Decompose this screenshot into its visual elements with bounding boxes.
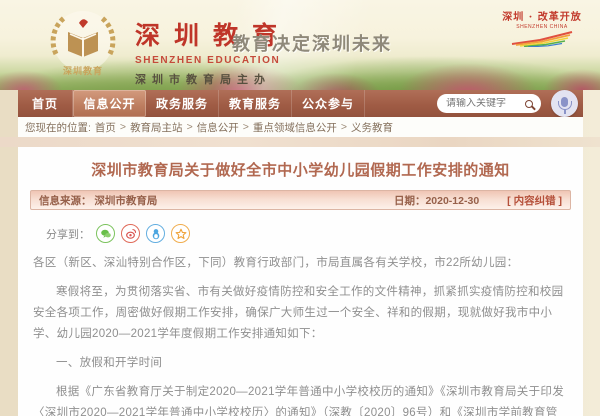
breadcrumb-separator: >	[120, 121, 126, 133]
article-body: 各区（新区、深汕特别合作区，下同）教育行政部门，市局直属各有关学校，市22所幼儿…	[33, 253, 568, 416]
breadcrumb-prefix: 您现在的位置:	[25, 120, 91, 135]
breadcrumb-item-info-disclosure[interactable]: 信息公开	[197, 120, 239, 135]
nav-item-public-participation[interactable]: 公众参与	[292, 90, 365, 117]
nav-item-info-disclosure[interactable]: 信息公开	[73, 90, 146, 117]
microphone-icon	[561, 97, 568, 107]
share-wechat-icon[interactable]	[96, 224, 115, 243]
city-logo-text: 深圳 · 改革开放	[502, 8, 582, 23]
breadcrumb-item-home[interactable]: 首页	[95, 120, 116, 135]
star-icon	[175, 228, 187, 240]
qq-penguin-icon	[150, 228, 162, 240]
date-value: 2020-12-30	[425, 195, 479, 207]
article-date: 日期：2020-12-30	[394, 193, 479, 208]
nav-item-gov-services[interactable]: 政务服务	[146, 90, 219, 117]
breadcrumb: 您现在的位置: 首页 > 教育局主站 > 信息公开 > 重点领域信息公开 > 义…	[18, 117, 583, 137]
banner-strip	[0, 137, 600, 147]
share-row: 分享到：	[46, 224, 583, 243]
paragraph-schedule: 根据《广东省教育厅关于制定2020—2021学年普通中小学校校历的通知》《深圳市…	[33, 382, 568, 416]
breadcrumb-separator: >	[187, 121, 193, 133]
article-source: 信息来源： 深圳市教育局	[39, 193, 157, 208]
nav-item-edu-services[interactable]: 教育服务	[219, 90, 292, 117]
paragraph-recipients: 各区（新区、深汕特别合作区，下同）教育行政部门，市局直属各有关学校，市22所幼儿…	[33, 253, 568, 274]
article-title: 深圳市教育局关于做好全市中小学幼儿园假期工作安排的通知	[18, 159, 583, 180]
share-qzone-icon[interactable]	[171, 224, 190, 243]
share-label: 分享到：	[46, 226, 90, 242]
search-icon[interactable]	[525, 100, 533, 108]
article-meta-right: 日期：2020-12-30 [ 内容纠错 ]	[394, 193, 562, 208]
article-meta-bar: 信息来源： 深圳市教育局 日期：2020-12-30 [ 内容纠错 ]	[30, 190, 571, 210]
share-qq-icon[interactable]	[146, 224, 165, 243]
breadcrumb-item-key-areas[interactable]: 重点领域信息公开	[253, 120, 337, 135]
breadcrumb-item-compulsory-edu[interactable]: 义务教育	[351, 120, 393, 135]
search-input[interactable]	[446, 98, 525, 109]
breadcrumb-separator: >	[243, 121, 249, 133]
search-box	[437, 94, 541, 113]
weibo-eye-icon	[125, 228, 137, 240]
emblem-icon: 深圳教育	[44, 6, 122, 84]
share-weibo-icon[interactable]	[121, 224, 140, 243]
paragraph-section-heading: 一、放假和开学时间	[33, 353, 568, 374]
city-logo-subtext: SHENZHEN CHINA	[502, 24, 582, 30]
main-nav: 首页 信息公开 政务服务 教育服务 公众参与	[18, 90, 583, 117]
site-slogan: 教育决定深圳未来	[232, 30, 392, 56]
emblem-label: 深圳教育	[63, 65, 103, 76]
site-organizer: 深圳市教育局主办	[135, 71, 291, 87]
site-name-en: SHENZHEN EDUCATION	[135, 55, 291, 66]
date-label: 日期：	[394, 195, 426, 207]
breadcrumb-item-bureau-main[interactable]: 教育局主站	[130, 120, 183, 135]
nav-item-home[interactable]: 首页	[18, 90, 73, 117]
source-label: 信息来源：	[39, 195, 92, 207]
education-emblem-logo[interactable]: 深圳教育	[44, 6, 122, 84]
voice-search-button[interactable]	[551, 90, 578, 117]
breadcrumb-separator: >	[341, 121, 347, 133]
page: 深圳教育 深圳教育 SHENZHEN EDUCATION 深圳市教育局主办 教育…	[0, 0, 600, 416]
rainbow-swoosh-icon	[510, 31, 574, 47]
header-banner: 深圳教育 深圳教育 SHENZHEN EDUCATION 深圳市教育局主办 教育…	[0, 0, 600, 90]
content-correction-link[interactable]: [ 内容纠错 ]	[507, 193, 562, 208]
paragraph-intro: 寒假将至，为贯彻落实省、市有关做好疫情防控和安全工作的文件精神，抓紧抓实疫情防控…	[33, 282, 568, 345]
source-value: 深圳市教育局	[94, 195, 157, 207]
wechat-bubble-icon	[100, 228, 112, 240]
shenzhen-city-logo: 深圳 · 改革开放 SHENZHEN CHINA	[502, 8, 582, 47]
article-panel: 深圳市教育局关于做好全市中小学幼儿园假期工作安排的通知 信息来源： 深圳市教育局…	[18, 147, 583, 416]
